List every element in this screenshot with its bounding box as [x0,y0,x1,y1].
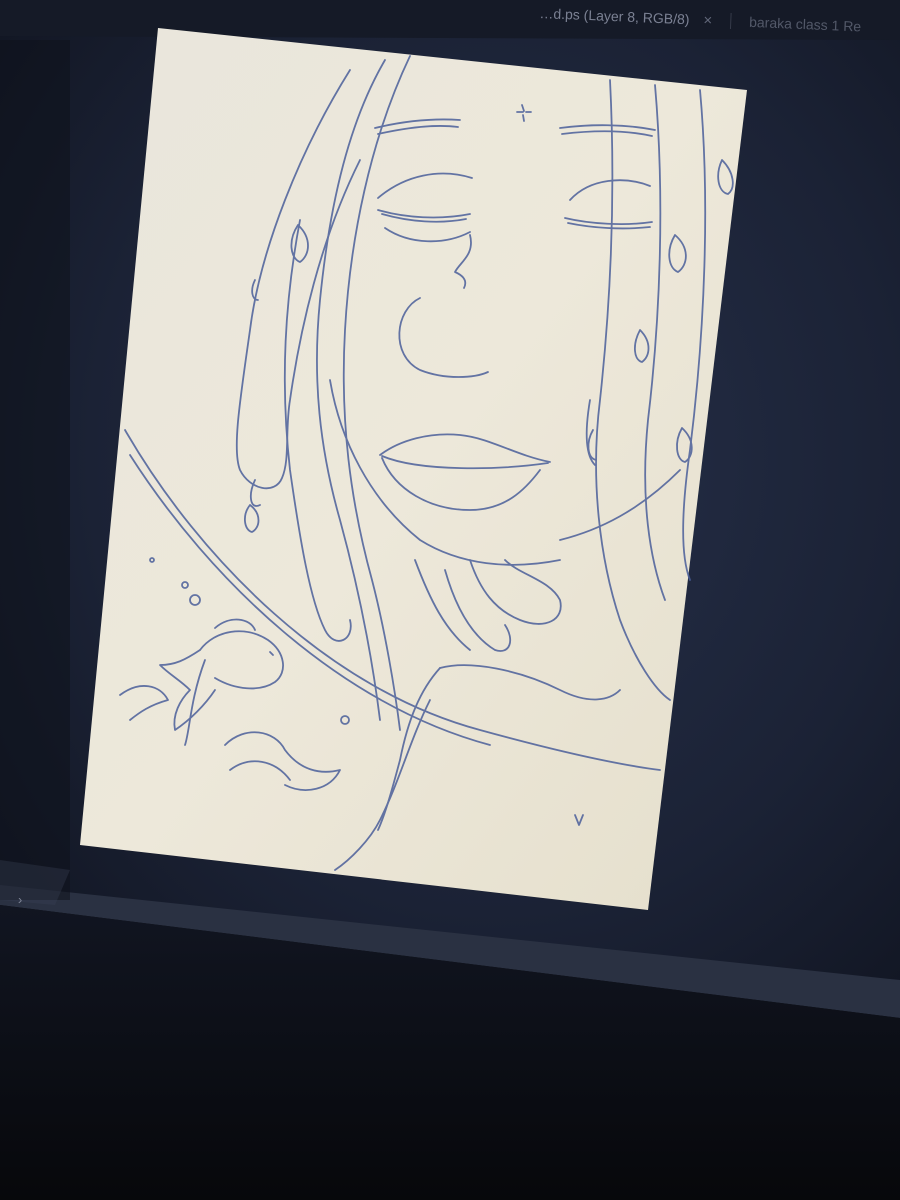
photoshop-workspace [0,0,900,1200]
close-icon[interactable]: × [703,11,712,28]
tab-label: baraka class 1 Re [748,13,862,35]
document-canvas [80,28,747,910]
tab-divider [729,12,732,30]
tab-inactive-document[interactable]: baraka class 1 Re [749,14,862,35]
photo-of-monitor: …d.ps (Layer 8, RGB/8) × baraka class 1 … [0,0,900,1200]
chevron-right-icon[interactable]: › [18,892,23,907]
tab-active-document[interactable]: …d.ps (Layer 8, RGB/8) × [539,4,712,29]
tab-label: …d.ps (Layer 8, RGB/8) [539,4,690,28]
